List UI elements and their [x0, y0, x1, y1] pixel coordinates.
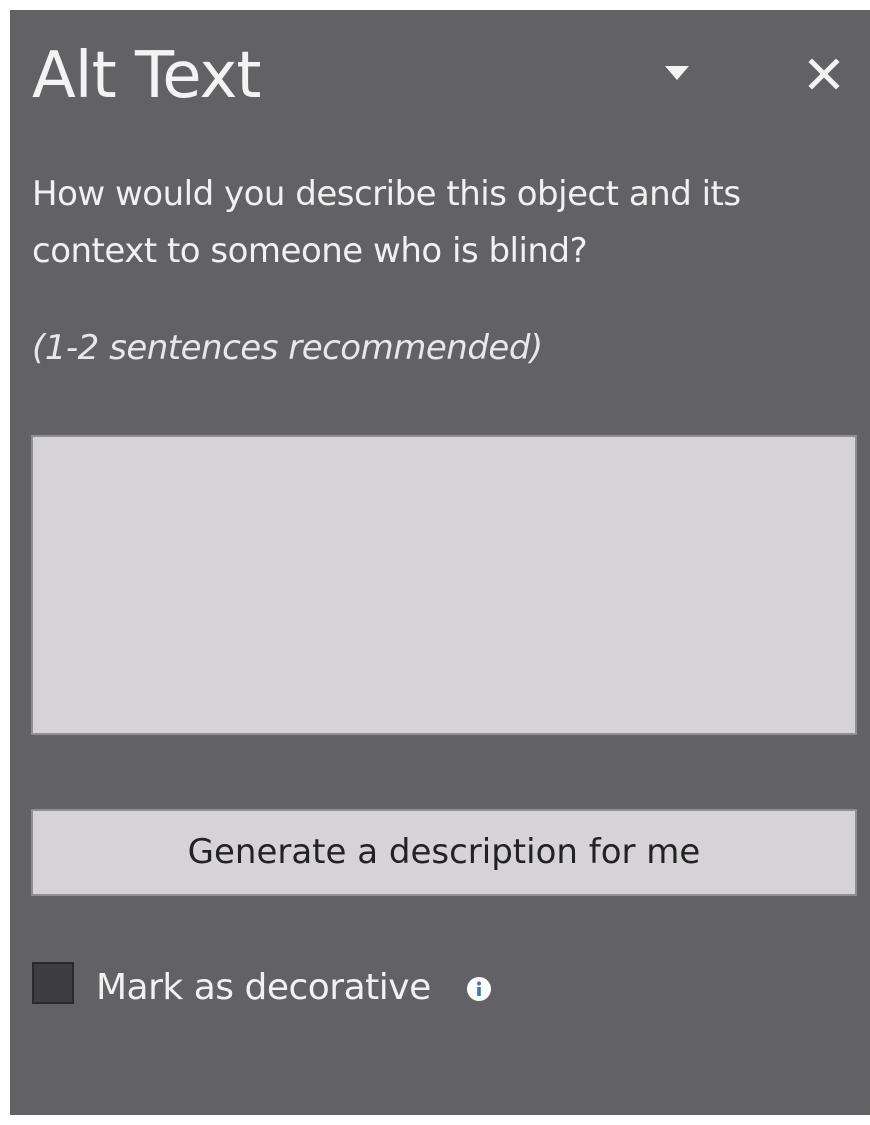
info-icon[interactable] [466, 976, 492, 1002]
generate-description-button[interactable]: Generate a description for me [31, 809, 857, 896]
chevron-down-icon[interactable] [662, 60, 692, 86]
prompt-hint: (1-2 sentences recommended) [32, 328, 543, 368]
pane-title: Alt Text [32, 39, 261, 113]
alt-text-description-field[interactable] [31, 435, 857, 735]
alt-text-pane: Alt Text How would you describe this obj… [10, 10, 870, 1115]
close-icon[interactable] [806, 56, 842, 92]
mark-decorative-label: Mark as decorative [96, 967, 431, 1008]
mark-decorative-checkbox[interactable] [32, 962, 74, 1004]
prompt-question: How would you describe this object and i… [32, 174, 741, 271]
